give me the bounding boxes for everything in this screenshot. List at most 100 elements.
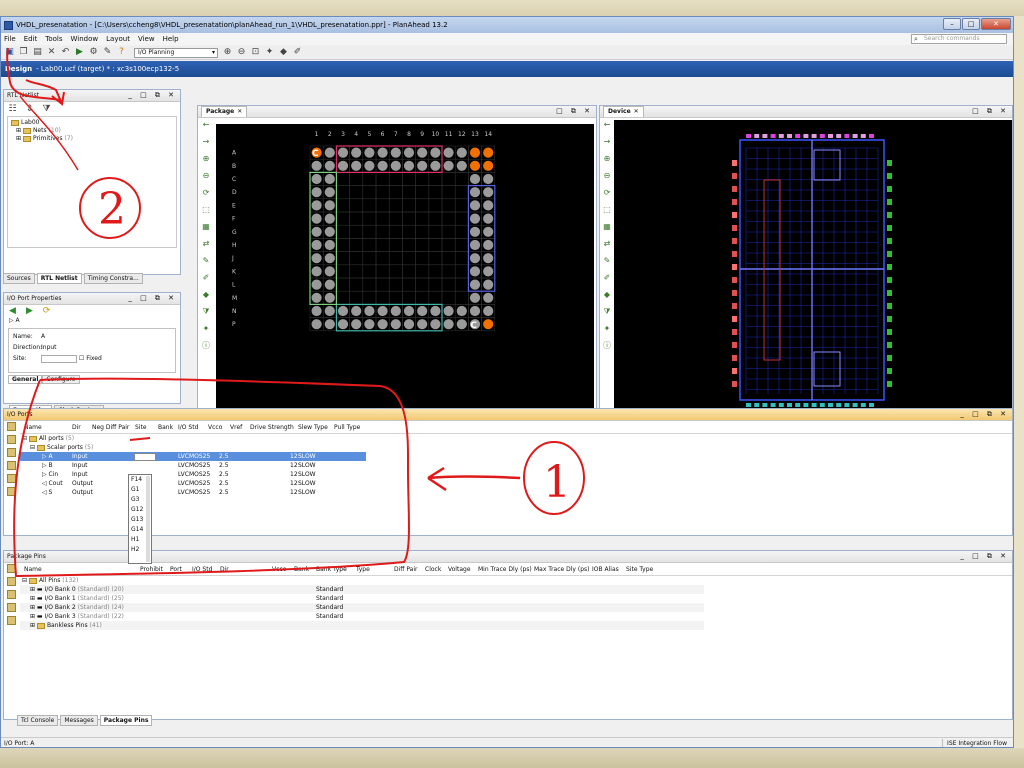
tab-device[interactable]: Device ✕ <box>603 106 644 117</box>
search-icon[interactable] <box>7 564 16 573</box>
site-dropdown-list[interactable]: F14 G1 G3 G12 G13 G14 H1 H2 <box>128 474 152 564</box>
panel-controls[interactable]: _ □ ⧉ ✕ <box>960 410 1009 419</box>
collapse-all-icon[interactable] <box>7 590 16 599</box>
table-row[interactable]: ▷ Cin Input LVCMOS25 2.5 12 SLOW <box>20 470 1012 479</box>
place-icon[interactable]: ✦ <box>201 324 211 334</box>
tab-tcl-console[interactable]: Tcl Console <box>17 715 59 726</box>
zoom-in-icon[interactable]: ⊕ <box>602 154 612 164</box>
menu-window[interactable]: Window <box>71 35 99 43</box>
grid-icon[interactable]: ▦ <box>602 222 612 232</box>
device-canvas[interactable] <box>614 120 1012 414</box>
help-icon[interactable]: ? <box>116 47 127 58</box>
scrollbar[interactable] <box>146 476 150 562</box>
place-icon[interactable]: ✦ <box>602 324 612 334</box>
expand-all-icon[interactable] <box>7 435 16 444</box>
fix-icon[interactable]: ◆ <box>278 47 289 58</box>
site-cell-editor[interactable] <box>134 452 156 461</box>
search-commands-input[interactable]: ⌕ Search commands <box>911 34 1007 44</box>
route-icon[interactable]: ⇄ <box>602 239 612 249</box>
layout-select[interactable]: I/O Planning ▾ <box>134 47 218 58</box>
pin-icon[interactable]: ✐ <box>602 273 612 283</box>
refresh-icon[interactable]: ⟳ <box>602 188 612 198</box>
zoom-out-icon[interactable]: ⊖ <box>602 171 612 181</box>
undo-icon[interactable]: ↶ <box>60 47 71 58</box>
panel-controls[interactable]: _ □ ⧉ ✕ <box>960 552 1009 561</box>
panel-controls[interactable]: _ □ ⧉ ✕ <box>128 294 177 303</box>
expand-icon[interactable]: ⇕ <box>24 104 35 115</box>
menu-tools[interactable]: Tools <box>45 35 62 43</box>
collapse-all-icon[interactable] <box>7 448 16 457</box>
package-pin-grid[interactable]: 1 2 3 4 5 6 7 8 9 10 11 12 13 14ABCDEFGHJKLMNPCC <box>216 124 594 414</box>
sort-icon[interactable] <box>7 474 16 483</box>
tab-timing-constraints[interactable]: Timing Constra... <box>83 273 143 284</box>
arrow-left-icon[interactable]: ← <box>201 120 211 130</box>
table-row[interactable]: ⊞ ▬ I/O Bank 2 (Standard) (24) Standard <box>20 603 704 612</box>
package-canvas[interactable]: 1 2 3 4 5 6 7 8 9 10 11 12 13 14 A B C D E F G H J K L M N P C C <box>216 124 594 414</box>
arrow-right-icon[interactable]: → <box>201 137 211 147</box>
minimize-button[interactable]: – <box>943 18 961 30</box>
table-row[interactable]: ⊞ ▬ I/O Bank 3 (Standard) (22) Standard <box>20 612 1012 621</box>
fix-icon[interactable]: ◆ <box>602 290 612 300</box>
delete-icon[interactable]: ✕ <box>46 47 57 58</box>
export-icon[interactable] <box>7 487 16 496</box>
pencil-icon[interactable]: ✎ <box>602 256 612 266</box>
paste-icon[interactable]: ▤ <box>32 47 43 58</box>
menu-edit[interactable]: Edit <box>24 35 38 43</box>
refresh-icon[interactable]: ⟳ <box>41 306 52 317</box>
table-row[interactable]: ◁ Cout Output LVCMOS25 2.5 12 SLOW <box>20 479 1012 488</box>
grid-icon[interactable]: ▦ <box>201 222 211 232</box>
fix-icon[interactable]: ◆ <box>201 290 211 300</box>
forward-arrow-icon[interactable]: ▶ <box>24 306 35 317</box>
search-icon[interactable] <box>7 422 16 431</box>
table-row[interactable]: ⊞ Bankless Pins (41) <box>20 621 704 630</box>
hierarchy-icon[interactable]: ☷ <box>7 104 18 115</box>
group-icon[interactable] <box>7 603 16 612</box>
menu-view[interactable]: View <box>138 35 155 43</box>
table-row[interactable]: ▷ B Input LVCMOS25 2.5 12 SLOW <box>20 461 1012 470</box>
save-icon[interactable]: ▣ <box>4 47 15 58</box>
table-row[interactable]: ◁ S Output LVCMOS25 2.5 12 SLOW <box>20 488 1012 497</box>
arrow-left-icon[interactable]: ← <box>602 120 612 130</box>
select-icon[interactable]: ⬚ <box>602 205 612 215</box>
panel-controls[interactable]: □ ⧉ ✕ <box>556 107 593 116</box>
fixed-checkbox[interactable]: ☐ <box>79 355 84 362</box>
zoom-out-icon[interactable]: ⊖ <box>201 171 211 181</box>
device-floorplan[interactable] <box>614 120 1012 414</box>
zoom-in-icon[interactable]: ⊕ <box>222 47 233 58</box>
menu-help[interactable]: Help <box>163 35 179 43</box>
tab-messages[interactable]: Messages <box>60 715 98 726</box>
zoom-out-icon[interactable]: ⊖ <box>236 47 247 58</box>
tree-item-lab00[interactable]: Lab00 <box>11 119 173 127</box>
info-icon[interactable]: ⓘ <box>602 341 612 351</box>
tab-rtl-netlist[interactable]: RTL Netlist <box>36 273 82 284</box>
table-row[interactable]: ▷ A Input LVCMOS25 2.5 12 SLOW <box>20 452 366 461</box>
auto-place-icon[interactable]: ✦ <box>264 47 275 58</box>
select-icon[interactable]: ⬚ <box>201 205 211 215</box>
tab-sources[interactable]: Sources <box>3 273 35 284</box>
tree-item-primitives[interactable]: ⊞ Primitives (7) <box>11 135 173 143</box>
copy-icon[interactable]: ❐ <box>18 47 29 58</box>
close-button[interactable]: ✕ <box>981 18 1011 30</box>
arrow-right-icon[interactable]: → <box>602 137 612 147</box>
run-icon[interactable]: ▶ <box>74 47 85 58</box>
pencil-icon[interactable]: ✎ <box>201 256 211 266</box>
sort-icon[interactable] <box>7 616 16 625</box>
table-row[interactable]: ⊞ ▬ I/O Bank 0 (Standard) (20) Standard <box>20 585 704 594</box>
tree-row-all-ports[interactable]: ⊟ All ports (5) <box>20 434 1012 443</box>
info-icon[interactable]: ⓘ <box>201 341 211 351</box>
tab-package-pins[interactable]: Package Pins <box>99 715 153 726</box>
tree-row-all-pins[interactable]: ⊟ All Pins (132) <box>20 576 1012 585</box>
zoom-fit-icon[interactable]: ⊡ <box>250 47 261 58</box>
menu-layout[interactable]: Layout <box>106 35 130 43</box>
tree-item-nets[interactable]: ⊞ Nets (10) <box>11 127 173 135</box>
tab-package[interactable]: Package ✕ <box>201 106 248 117</box>
back-arrow-icon[interactable]: ◀ <box>7 306 18 317</box>
expand-all-icon[interactable] <box>7 577 16 586</box>
tab-general[interactable]: General <box>8 375 43 384</box>
zoom-in-icon[interactable]: ⊕ <box>201 154 211 164</box>
pin-icon[interactable]: ✐ <box>292 47 303 58</box>
group-icon[interactable] <box>7 461 16 470</box>
pin-icon[interactable]: ✐ <box>201 273 211 283</box>
tab-configure[interactable]: Configure <box>42 375 80 384</box>
tools-icon[interactable]: ✎ <box>102 47 113 58</box>
